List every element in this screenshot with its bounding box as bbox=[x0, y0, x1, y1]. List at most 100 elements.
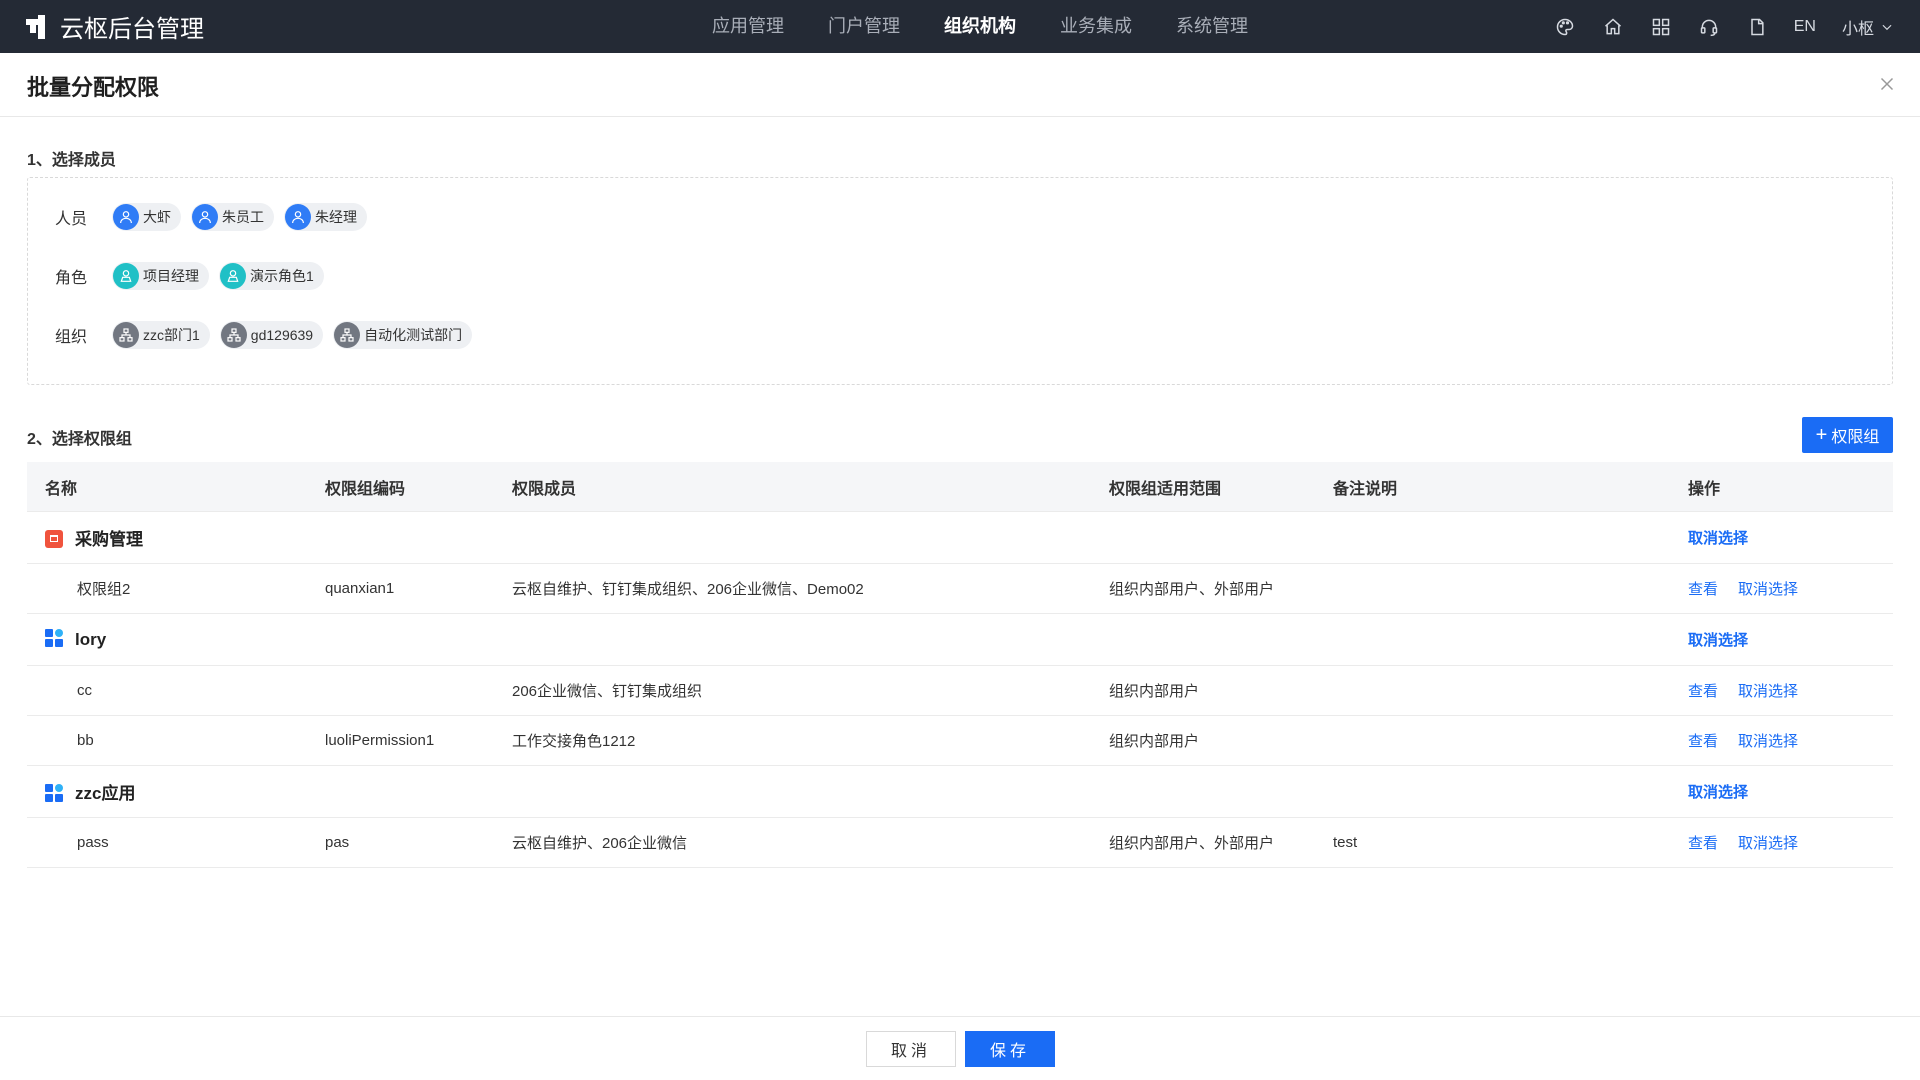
table-row: 权限组2 quanxian1 云枢自维护、钉钉集成组织、206企业微信、Demo02… bbox=[27, 564, 1893, 614]
member-chip[interactable]: 项目经理 bbox=[112, 262, 209, 290]
member-chip[interactable]: zzc部门1 bbox=[112, 321, 210, 349]
cancel-selection-link[interactable]: 取消选择 bbox=[1738, 578, 1798, 599]
nav-item-4[interactable]: 系统管理 bbox=[1154, 0, 1270, 53]
member-chip[interactable]: 自动化测试部门 bbox=[333, 321, 473, 349]
people-row: 人员 大虾 朱员工 朱经理 bbox=[55, 203, 377, 231]
chip-label: 朱经理 bbox=[315, 209, 357, 225]
cancel-selection-link[interactable]: 取消选择 bbox=[1738, 730, 1798, 751]
theme-palette-icon[interactable] bbox=[1554, 16, 1576, 38]
main-nav: 应用管理 门户管理 组织机构 业务集成 系统管理 bbox=[690, 0, 1270, 53]
user-avatar-icon bbox=[113, 204, 139, 230]
cancel-selection-link[interactable]: 取消选择 bbox=[1738, 832, 1798, 853]
user-avatar-icon bbox=[285, 204, 311, 230]
permission-scope: 组织内部用户、外部用户 bbox=[1109, 835, 1275, 852]
view-link[interactable]: 查看 bbox=[1688, 832, 1718, 853]
chip-label: zzc部门1 bbox=[143, 327, 200, 343]
member-chip[interactable]: 演示角色1 bbox=[219, 262, 324, 290]
close-icon[interactable] bbox=[1876, 73, 1898, 95]
permission-scope: 组织内部用户 bbox=[1109, 683, 1200, 700]
permission-group-name: 权限组2 bbox=[77, 581, 131, 598]
orgs-row: 组织 zzc部门1 gd129639 自动化测试部门 bbox=[55, 321, 482, 349]
chip-label: 演示角色1 bbox=[250, 268, 314, 284]
member-chip[interactable]: gd129639 bbox=[219, 321, 324, 349]
role-chips: 项目经理 演示角色1 bbox=[112, 262, 334, 290]
permission-members: 云枢自维护、206企业微信 bbox=[512, 835, 688, 852]
brand[interactable]: 云枢后台管理 bbox=[26, 0, 204, 53]
header-code: 权限组编码 bbox=[325, 480, 406, 498]
dialog-title: 批量分配权限 bbox=[27, 75, 160, 100]
table-row: cc 206企业微信、钉钉集成组织 组织内部用户 查看 取消选择 bbox=[27, 666, 1893, 716]
permission-group-name: bb bbox=[77, 732, 94, 749]
people-chips: 大虾 朱员工 朱经理 bbox=[112, 203, 377, 231]
group-cancel-selection-link[interactable]: 取消选择 bbox=[1688, 781, 1748, 802]
table-header: 名称 权限组编码 权限成员 权限组适用范围 备注说明 操作 bbox=[27, 462, 1893, 512]
header-members: 权限成员 bbox=[512, 480, 577, 498]
permission-members: 工作交接角色1212 bbox=[512, 733, 636, 750]
basket-icon bbox=[45, 529, 63, 548]
chip-label: gd129639 bbox=[250, 327, 314, 343]
permission-group-name: cc bbox=[77, 682, 92, 699]
header-name: 名称 bbox=[45, 480, 78, 498]
header-scope: 权限组适用范围 bbox=[1109, 480, 1222, 498]
chip-label: 自动化测试部门 bbox=[364, 327, 463, 343]
app-grid-icon bbox=[45, 783, 63, 802]
group-name: zzc应用 bbox=[75, 784, 136, 803]
member-chip[interactable]: 朱员工 bbox=[191, 203, 274, 231]
nav-item-0[interactable]: 应用管理 bbox=[690, 0, 806, 53]
plus-icon: + bbox=[1815, 424, 1828, 446]
permission-members: 206企业微信、钉钉集成组织 bbox=[512, 683, 703, 700]
role-icon bbox=[113, 263, 139, 289]
cancel-selection-link[interactable]: 取消选择 bbox=[1738, 680, 1798, 701]
user-avatar-icon bbox=[192, 204, 218, 230]
add-permission-group-button[interactable]: + 权限组 bbox=[1802, 417, 1893, 453]
chip-label: 朱员工 bbox=[222, 209, 264, 225]
user-menu[interactable]: 小枢 bbox=[1842, 15, 1894, 39]
permission-group-table: 名称 权限组编码 权限成员 权限组适用范围 备注说明 操作 采购管理 取消选择 权限… bbox=[27, 462, 1893, 868]
permission-group-code: pas bbox=[325, 834, 350, 851]
header-remark: 备注说明 bbox=[1333, 480, 1398, 498]
user-name: 小枢 bbox=[1841, 20, 1874, 38]
section-select-groups-title: 2、选择权限组 bbox=[27, 431, 132, 448]
org-tree-icon bbox=[113, 322, 139, 348]
add-permission-group-label: 权限组 bbox=[1831, 429, 1880, 446]
home-icon[interactable] bbox=[1602, 16, 1624, 38]
group-row: lory 取消选择 bbox=[27, 614, 1893, 666]
group-row: 采购管理 取消选择 bbox=[27, 512, 1893, 564]
document-icon[interactable] bbox=[1746, 16, 1768, 38]
role-icon bbox=[220, 263, 246, 289]
header-ops: 操作 bbox=[1688, 480, 1721, 498]
view-link[interactable]: 查看 bbox=[1688, 578, 1718, 599]
nav-item-2[interactable]: 组织机构 bbox=[922, 0, 1038, 53]
member-chip[interactable]: 大虾 bbox=[112, 203, 181, 231]
group-cancel-selection-link[interactable]: 取消选择 bbox=[1688, 629, 1748, 650]
org-tree-icon bbox=[334, 322, 361, 348]
view-link[interactable]: 查看 bbox=[1688, 680, 1718, 701]
permission-group-code: luoliPermission1 bbox=[325, 732, 435, 749]
member-chip[interactable]: 朱经理 bbox=[284, 203, 367, 231]
roles-label: 角色 bbox=[55, 270, 88, 287]
permission-scope: 组织内部用户 bbox=[1109, 733, 1200, 750]
view-link[interactable]: 查看 bbox=[1688, 730, 1718, 751]
dialog-footer: 取消 保存 bbox=[0, 1016, 1920, 1080]
members-box: 人员 大虾 朱员工 朱经理 角色 项目经理 演示角色1 组织 zzc部门1 gd1296… bbox=[27, 177, 1893, 385]
table-row: bb luoliPermission1 工作交接角色1212 组织内部用户 查看 取消选择 bbox=[27, 716, 1893, 766]
brand-logo-icon bbox=[26, 14, 50, 39]
chip-label: 大虾 bbox=[143, 209, 171, 225]
language-switch[interactable]: EN bbox=[1794, 18, 1816, 36]
cancel-button[interactable]: 取消 bbox=[866, 1031, 956, 1067]
nav-item-1[interactable]: 门户管理 bbox=[806, 0, 922, 53]
support-headset-icon[interactable] bbox=[1698, 16, 1720, 38]
app-grid-icon bbox=[45, 629, 63, 648]
roles-row: 角色 项目经理 演示角色1 bbox=[55, 262, 334, 290]
top-right-tools: EN 小枢 bbox=[1554, 0, 1894, 53]
save-button[interactable]: 保存 bbox=[965, 1031, 1055, 1067]
group-name: 采购管理 bbox=[75, 530, 143, 549]
nav-item-3[interactable]: 业务集成 bbox=[1038, 0, 1154, 53]
apps-grid-icon[interactable] bbox=[1650, 16, 1672, 38]
app-title: 云枢后台管理 bbox=[60, 16, 204, 43]
orgs-label: 组织 bbox=[55, 329, 88, 346]
org-chips: zzc部门1 gd129639 自动化测试部门 bbox=[112, 321, 482, 349]
people-label: 人员 bbox=[55, 211, 88, 228]
group-name: lory bbox=[75, 629, 107, 649]
group-cancel-selection-link[interactable]: 取消选择 bbox=[1688, 527, 1748, 548]
